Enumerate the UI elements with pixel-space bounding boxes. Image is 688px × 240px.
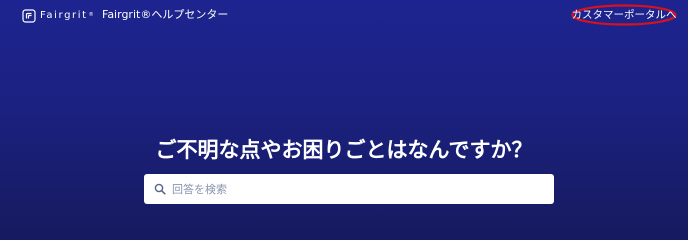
help-center-title-link[interactable]: Fairgrit®ヘルプセンター — [102, 8, 228, 22]
brand-name: Fairgrit® — [40, 10, 94, 21]
hero-headline: ご不明な点やお困りごとはなんですか？ — [155, 138, 533, 162]
search-input[interactable] — [172, 174, 542, 204]
top-header: Fairgrit® Fairgrit®ヘルプセンター カスタマーポータルへ — [0, 0, 688, 34]
customer-portal-link[interactable]: カスタマーポータルへ — [571, 4, 677, 26]
fairgrit-logo-icon — [22, 9, 36, 23]
customer-portal-link-wrapper: カスタマーポータルへ — [571, 4, 677, 26]
brand-logo-link[interactable]: Fairgrit® — [22, 8, 94, 24]
search-box[interactable] — [144, 174, 554, 204]
help-center-hero: Fairgrit® Fairgrit®ヘルプセンター カスタマーポータルへ ご不… — [0, 0, 688, 240]
search-icon — [154, 183, 166, 195]
registered-mark: ® — [88, 12, 94, 18]
